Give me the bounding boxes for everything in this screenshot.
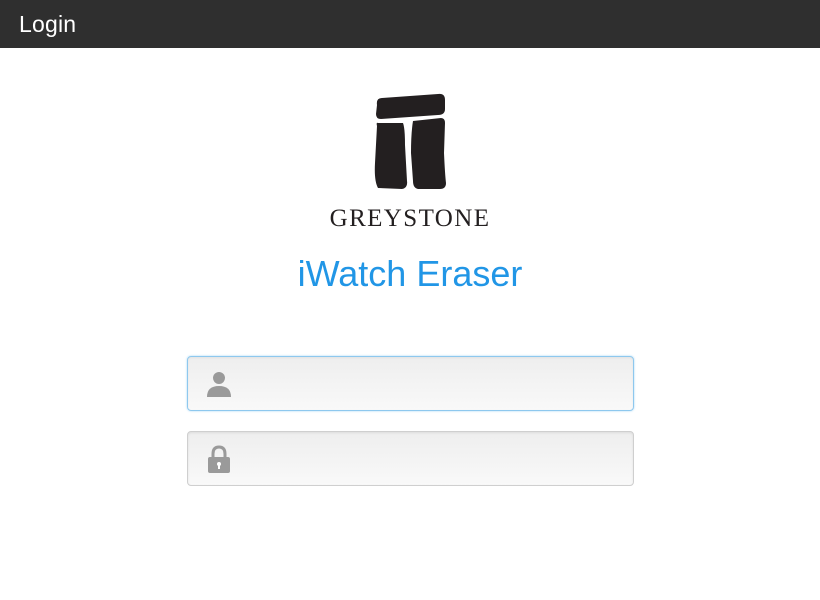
logo-right-stone: [411, 118, 446, 189]
user-icon: [207, 372, 231, 397]
company-name: GREYSTONE: [329, 205, 491, 232]
app-title: iWatch Eraser: [297, 253, 523, 294]
logo-left-stone: [374, 122, 408, 189]
logo-lintel-stone: [376, 93, 445, 119]
page-title: Login: [19, 10, 77, 37]
username-field[interactable]: [187, 356, 634, 411]
top-bar: Login: [0, 0, 820, 48]
username-input[interactable]: [244, 357, 624, 410]
lock-icon: [208, 445, 230, 473]
password-field[interactable]: [187, 431, 634, 486]
password-input[interactable]: [244, 432, 624, 485]
greystone-logo: [374, 93, 446, 189]
